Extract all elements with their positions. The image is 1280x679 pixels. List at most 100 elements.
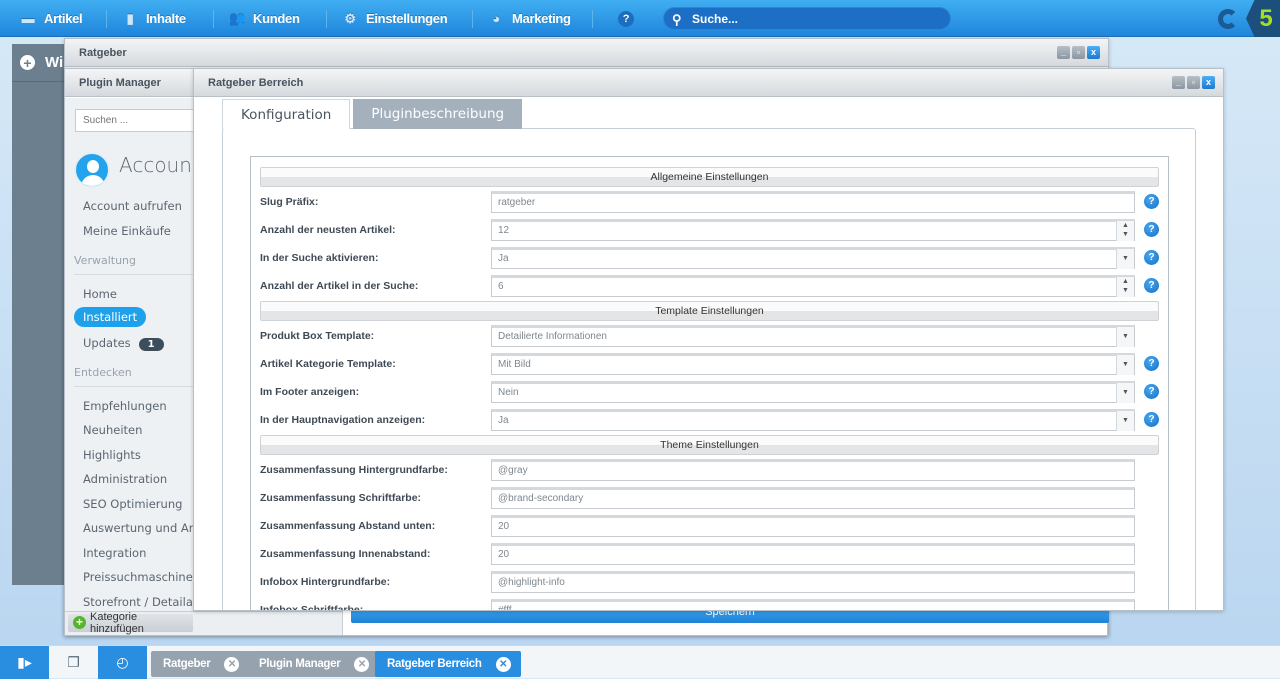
field-label: Zusammenfassung Hintergrundfarbe: <box>260 464 448 476</box>
sidebar-item-preissuchmaschinen[interactable]: Preissuchmaschinen / <box>83 570 194 584</box>
windows-icon: ❐ <box>67 654 80 670</box>
field-label: Im Footer anzeigen: <box>260 386 360 398</box>
close-icon[interactable]: x <box>1087 46 1100 59</box>
add-category-button[interactable]: + Kategorie hinzufügen <box>68 611 193 635</box>
text-field[interactable]: ratgeber <box>491 191 1135 213</box>
pie-chart-icon: ◕ <box>492 11 500 26</box>
form-row: Artikel Kategorie Template: Mit Bild ▼? <box>260 350 1159 378</box>
search-input[interactable]: ⚲ Suche... <box>663 7 951 30</box>
text-field[interactable]: @brand-secondary <box>491 487 1135 509</box>
help-icon[interactable]: ? <box>1144 412 1159 427</box>
select-field[interactable]: Nein ▼ <box>491 381 1135 403</box>
text-field[interactable]: 20 <box>491 515 1135 537</box>
help-icon[interactable]: ? <box>1144 356 1159 371</box>
text-field[interactable]: @gray <box>491 459 1135 481</box>
sidebar-item-administration[interactable]: Administration <box>83 472 167 486</box>
taskbar-tab-ratgeber-bereich[interactable]: Ratgeber Berreich ✕ <box>375 651 521 677</box>
help-icon[interactable]: ? <box>1144 250 1159 265</box>
shopware-logo-icon[interactable] <box>1218 9 1238 29</box>
form-row: Zusammenfassung Abstand unten: 20 <box>260 512 1159 540</box>
form-row: Anzahl der neusten Artikel: 12 ▲ ▼? <box>260 216 1159 244</box>
chevron-down-icon[interactable]: ▼ <box>1116 355 1134 375</box>
tab-pluginbeschreibung[interactable]: Pluginbeschreibung <box>353 99 523 129</box>
select-field[interactable]: Ja ▼ <box>491 409 1135 431</box>
minimize-icon[interactable]: _ <box>1057 46 1070 59</box>
select-field[interactable]: Ja ▼ <box>491 247 1135 269</box>
form-row: Produkt Box Template: Detailierte Inform… <box>260 322 1159 350</box>
tab-konfiguration[interactable]: Konfiguration <box>222 99 351 129</box>
tab-panel: Allgemeine Einstellungen Slug Präfix: rat… <box>222 128 1196 610</box>
sidebar-item-highlights[interactable]: Highlights <box>83 448 141 462</box>
sidebar-item-home[interactable]: Home <box>83 287 117 301</box>
sidebar-item-storefront[interactable]: Storefront / Detailanpassungen <box>83 595 194 609</box>
updates-badge: 1 <box>138 338 164 351</box>
help-button[interactable]: ? <box>618 0 642 37</box>
close-icon[interactable]: ✕ <box>495 656 511 672</box>
gear-icon: ⚙ <box>344 10 356 26</box>
search-icon: ⚲ <box>672 12 682 27</box>
chevron-down-icon[interactable]: ▼ <box>1116 383 1134 403</box>
help-icon[interactable]: ? <box>1144 222 1159 237</box>
add-widget-icon[interactable]: + <box>20 55 35 71</box>
plugin-search-input[interactable] <box>75 109 194 132</box>
close-icon[interactable]: ✕ <box>354 656 370 672</box>
logout-button[interactable]: ▮▸ <box>0 646 49 679</box>
maximize-icon[interactable]: ▫ <box>1072 46 1085 59</box>
sidebar-item-meine-einkaeufe[interactable]: Meine Einkäufe <box>83 224 171 238</box>
section-entdecken: Entdecken <box>74 366 194 387</box>
text-field[interactable]: @highlight-info <box>491 571 1135 593</box>
form-row: Zusammenfassung Innenabstand: 20 <box>260 540 1159 568</box>
field-label: In der Hauptnavigation anzeigen: <box>260 414 426 426</box>
chevron-down-icon[interactable]: ▼ <box>1116 249 1134 269</box>
spinner-icon[interactable]: ▲ ▼ <box>1116 277 1134 297</box>
minimize-icon[interactable]: _ <box>1172 76 1185 89</box>
help-icon[interactable]: ? <box>1144 278 1159 293</box>
number-field[interactable]: 6 ▲ ▼ <box>491 275 1135 297</box>
nav-einstellungen[interactable]: ⚙ Einstellungen <box>342 0 447 37</box>
select-field[interactable]: Mit Bild ▼ <box>491 353 1135 375</box>
number-field[interactable]: 12 ▲ ▼ <box>491 219 1135 241</box>
taskbar-tab-ratgeber[interactable]: Ratgeber ✕ <box>151 651 250 677</box>
form-row: Zusammenfassung Hintergrundfarbe: @gray <box>260 456 1159 484</box>
close-icon[interactable]: ✕ <box>224 656 240 672</box>
help-icon[interactable]: ? <box>1144 194 1159 209</box>
field-label: Artikel Kategorie Template: <box>260 358 396 370</box>
help-icon[interactable]: ? <box>1144 384 1159 399</box>
close-icon[interactable]: x <box>1202 76 1215 89</box>
nav-marketing[interactable]: ◕ Marketing <box>488 0 571 37</box>
chevron-down-icon[interactable]: ▼ <box>1116 327 1134 347</box>
field-label: Anzahl der Artikel in der Suche: <box>260 280 419 292</box>
text-field[interactable]: 20 <box>491 543 1135 565</box>
nav-kunden[interactable]: 👥 Kunden <box>229 0 300 37</box>
select-field[interactable]: Detailierte Informationen ▼ <box>491 325 1135 347</box>
sidebar-item-account-aufrufen[interactable]: Account aufrufen <box>83 199 182 213</box>
spinner-icon[interactable]: ▲ ▼ <box>1116 221 1134 241</box>
dashboard-icon: ◴ <box>116 654 129 670</box>
version-logo: 5 <box>1246 0 1280 37</box>
sidebar-item-installiert[interactable]: Installiert <box>74 307 147 327</box>
field-label: Produkt Box Template: <box>260 330 375 342</box>
form-row: Infobox Hintergrundfarbe: @highlight-inf… <box>260 568 1159 596</box>
document-icon: ▮ <box>126 10 134 26</box>
section-verwaltung: Verwaltung <box>74 254 194 275</box>
sidebar-item-integration[interactable]: Integration <box>83 546 146 560</box>
nav-artikel[interactable]: ▬ Artikel <box>20 0 83 37</box>
form-row: Slug Präfix: ratgeber? <box>260 188 1159 216</box>
form-row: Infobox Schriftfarbe: #fff <box>260 596 1159 610</box>
sidebar-item-auswertung[interactable]: Auswertung und Analyse <box>83 521 194 535</box>
chevron-down-icon[interactable]: ▼ <box>1116 411 1134 431</box>
form-row: In der Hauptnavigation anzeigen: Ja ▼? <box>260 406 1159 434</box>
sidebar-item-empfehlungen[interactable]: Empfehlungen <box>83 399 167 413</box>
taskbar-tab-plugin-manager[interactable]: Plugin Manager ✕ <box>247 651 380 677</box>
nav-inhalte[interactable]: ▮ Inhalte <box>122 0 187 37</box>
section-header: Template Einstellungen <box>260 301 1159 321</box>
field-label: Infobox Hintergrundfarbe: <box>260 576 391 588</box>
dashboard-button[interactable]: ◴ <box>98 646 147 679</box>
account-title: Account <box>119 153 194 177</box>
sidebar-item-neuheiten[interactable]: Neuheiten <box>83 423 142 437</box>
maximize-icon[interactable]: ▫ <box>1187 76 1200 89</box>
sidebar-item-updates[interactable]: Updates 1 <box>83 336 164 351</box>
text-field[interactable]: #fff <box>491 599 1135 610</box>
windows-button[interactable]: ❐ <box>49 646 98 679</box>
sidebar-item-seo[interactable]: SEO Optimierung <box>83 497 182 511</box>
